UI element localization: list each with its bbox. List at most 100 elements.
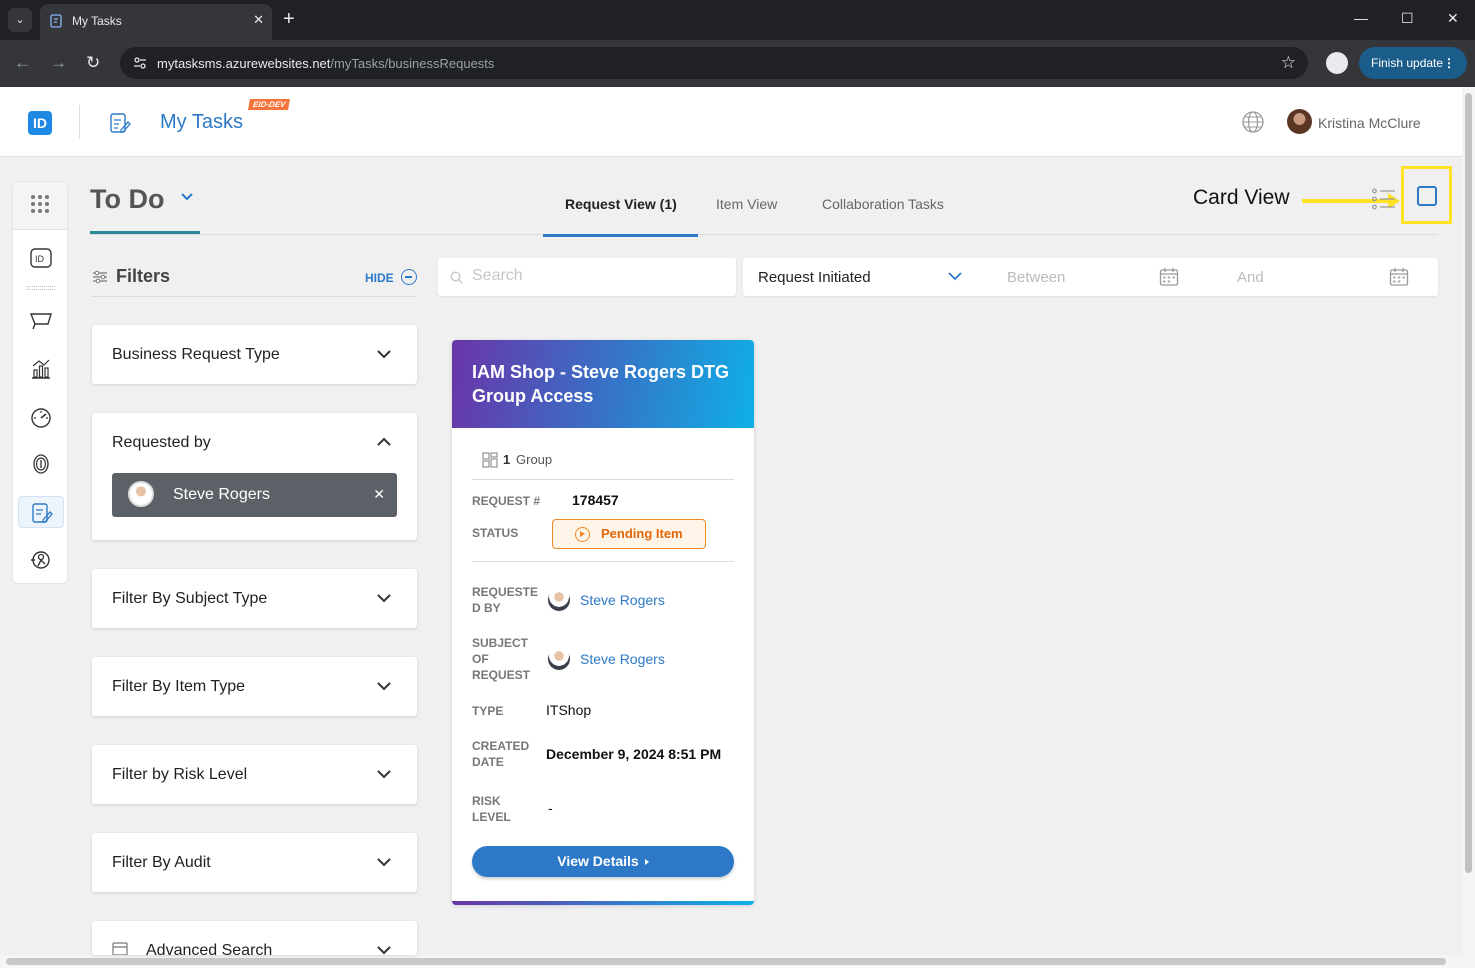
reload-button[interactable]: ↻ bbox=[86, 53, 100, 73]
shopping-cart-icon[interactable] bbox=[29, 309, 53, 333]
chevron-down-icon bbox=[377, 858, 391, 867]
request-card-title: IAM Shop - Steve Rogers DTG Group Access bbox=[472, 362, 730, 406]
search-input[interactable] bbox=[472, 267, 722, 285]
horizontal-scrollbar[interactable] bbox=[0, 955, 1462, 968]
calendar-icon[interactable] bbox=[1159, 267, 1179, 287]
group-icon bbox=[482, 452, 498, 468]
apps-grid-button[interactable] bbox=[13, 182, 67, 230]
risk-level-value: - bbox=[548, 800, 553, 816]
created-date-label: CREATED DATE bbox=[472, 739, 530, 769]
bookmark-star-icon[interactable]: ☆ bbox=[1281, 53, 1296, 73]
requested-by-chip[interactable]: Steve Rogers ✕ bbox=[112, 473, 397, 517]
filter-advanced-search[interactable]: Advanced Search bbox=[92, 921, 417, 955]
card-view-toggle-button[interactable] bbox=[1401, 166, 1452, 224]
hide-filters-button[interactable]: HIDE bbox=[365, 271, 394, 285]
date-field-select[interactable]: Request Initiated bbox=[758, 269, 871, 286]
dashboard-gauge-icon[interactable] bbox=[29, 405, 53, 429]
finish-update-button[interactable]: Finish update ⋮ bbox=[1359, 47, 1467, 79]
analytics-chart-icon[interactable] bbox=[29, 357, 53, 381]
user-name[interactable]: Kristina McClure bbox=[1318, 115, 1421, 131]
play-circle-icon bbox=[575, 527, 590, 542]
filter-requested-by[interactable]: Requested by Steve Rogers ✕ bbox=[92, 413, 417, 540]
globe-icon[interactable] bbox=[1241, 110, 1265, 134]
forward-button[interactable]: → bbox=[50, 53, 67, 73]
header-divider bbox=[79, 105, 80, 139]
close-icon[interactable]: ✕ bbox=[373, 486, 385, 503]
browser-tab[interactable]: My Tasks ✕ bbox=[40, 4, 272, 40]
profile-icon[interactable] bbox=[1326, 52, 1348, 74]
tab-item-view[interactable]: Item View bbox=[716, 196, 777, 212]
filter-audit[interactable]: Filter By Audit bbox=[92, 833, 417, 892]
vertical-scrollbar[interactable] bbox=[1462, 87, 1475, 968]
chevron-down-icon bbox=[377, 594, 391, 603]
tab-collaboration-tasks[interactable]: Collaboration Tasks bbox=[822, 196, 944, 212]
section-title[interactable]: To Do bbox=[90, 184, 164, 215]
subject-link[interactable]: Steve Rogers bbox=[580, 651, 665, 667]
more-menu-icon: ⋮ bbox=[1443, 56, 1455, 70]
card-view-icon bbox=[1417, 186, 1437, 206]
site-settings-icon[interactable] bbox=[132, 55, 148, 71]
access-request-icon[interactable] bbox=[29, 548, 53, 572]
filter-label: Business Request Type bbox=[112, 346, 280, 363]
back-button[interactable]: ← bbox=[14, 53, 31, 73]
filter-label: Filter By Subject Type bbox=[112, 590, 268, 607]
filter-label: Advanced Search bbox=[146, 942, 273, 955]
filter-risk-level[interactable]: Filter by Risk Level bbox=[92, 745, 417, 804]
created-date-value: December 9, 2024 8:51 PM bbox=[546, 746, 722, 762]
between-date-input[interactable]: Between bbox=[1007, 269, 1065, 286]
requested-by-link[interactable]: Steve Rogers bbox=[580, 592, 665, 608]
new-tab-button[interactable]: + bbox=[283, 8, 295, 30]
filters-sliders-icon bbox=[93, 270, 107, 284]
filter-subject-type[interactable]: Filter By Subject Type bbox=[92, 569, 417, 628]
chevron-down-icon[interactable] bbox=[947, 270, 963, 282]
identity-id-icon[interactable]: ID bbox=[29, 246, 53, 270]
card-bottom-accent bbox=[452, 901, 754, 905]
address-bar[interactable]: mytasksms.azurewebsites.net/myTasks/busi… bbox=[120, 47, 1308, 79]
url-text: mytasksms.azurewebsites.net/myTasks/busi… bbox=[157, 56, 494, 71]
rail-separator bbox=[27, 286, 55, 290]
card-divider bbox=[472, 561, 734, 562]
avatar bbox=[548, 589, 570, 611]
request-number: 178457 bbox=[572, 492, 619, 508]
close-window-button[interactable]: ✕ bbox=[1447, 10, 1459, 27]
view-details-button[interactable]: View Details bbox=[472, 846, 734, 877]
filters-divider bbox=[92, 296, 417, 297]
app-title[interactable]: My Tasks bbox=[160, 111, 243, 134]
card-divider bbox=[472, 479, 734, 480]
tab-request-view[interactable]: Request View (1) bbox=[565, 196, 677, 212]
finish-update-label: Finish update bbox=[1371, 56, 1444, 70]
status-badge: Pending Item bbox=[552, 519, 706, 549]
avatar bbox=[128, 481, 154, 507]
minimize-button[interactable]: — bbox=[1354, 10, 1368, 26]
group-count: 1 bbox=[503, 452, 511, 467]
group-label: Group bbox=[516, 452, 553, 467]
chevron-down-icon bbox=[377, 946, 391, 955]
horizontal-scroll-thumb[interactable] bbox=[6, 958, 1446, 965]
filter-item-type[interactable]: Filter By Item Type bbox=[92, 657, 417, 716]
hide-minus-icon[interactable] bbox=[401, 269, 417, 285]
list-view-icon[interactable] bbox=[1372, 188, 1396, 210]
active-tab-indicator bbox=[543, 234, 698, 237]
advanced-search-icon bbox=[112, 942, 128, 955]
svg-text:ID: ID bbox=[35, 254, 45, 264]
my-tasks-icon bbox=[110, 113, 131, 133]
chevron-down-icon bbox=[377, 770, 391, 779]
calendar-icon[interactable] bbox=[1389, 267, 1409, 287]
chevron-down-icon[interactable] bbox=[180, 190, 194, 204]
filter-label: Filter By Audit bbox=[112, 854, 211, 871]
fingerprint-icon[interactable] bbox=[29, 452, 53, 476]
maximize-button[interactable]: ☐ bbox=[1401, 10, 1414, 27]
user-avatar[interactable] bbox=[1287, 109, 1312, 134]
tasks-favicon-icon bbox=[50, 14, 62, 28]
id-logo-icon[interactable]: ID bbox=[28, 111, 52, 135]
and-date-input[interactable]: And bbox=[1237, 269, 1264, 286]
avatar bbox=[548, 648, 570, 670]
type-value: ITShop bbox=[546, 702, 592, 718]
type-label: TYPE bbox=[472, 704, 504, 718]
tab-search-menu-button[interactable]: ⌄ bbox=[8, 8, 32, 32]
tab-close-icon[interactable]: ✕ bbox=[253, 12, 264, 28]
filter-label: Filter By Item Type bbox=[112, 678, 246, 695]
vertical-scroll-thumb[interactable] bbox=[1465, 93, 1472, 873]
rail-item-my-tasks-active[interactable] bbox=[18, 496, 64, 528]
filter-business-request-type[interactable]: Business Request Type bbox=[92, 325, 417, 384]
